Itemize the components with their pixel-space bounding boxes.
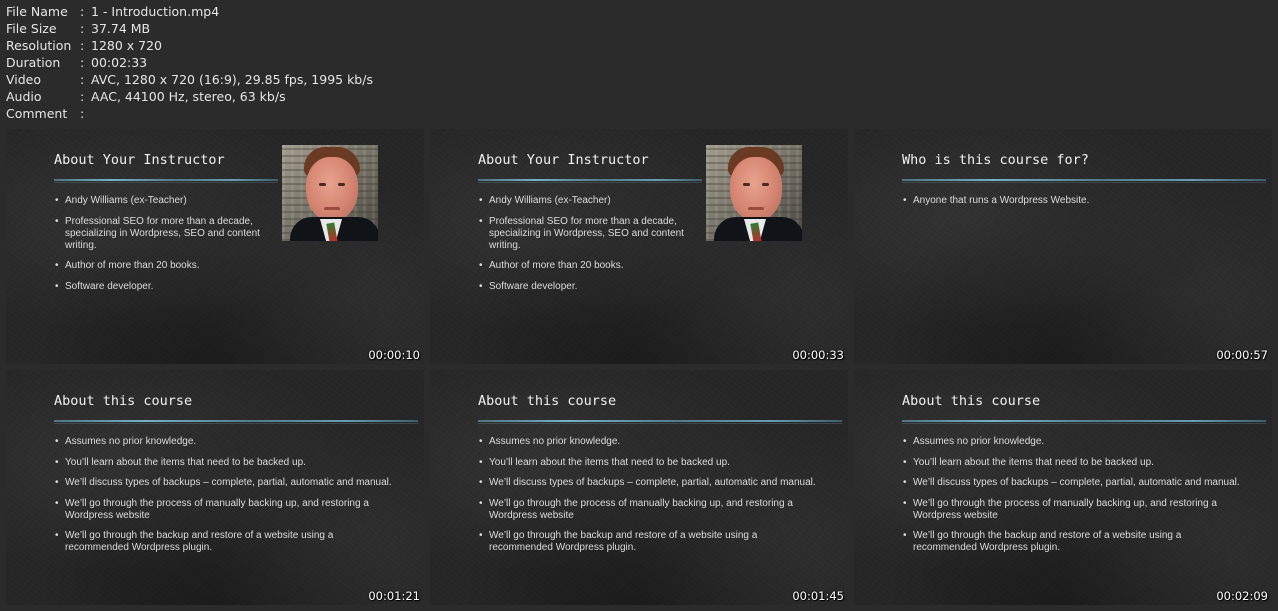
video-thumbnail[interactable]: About this course Assumes no prior knowl…: [854, 370, 1272, 605]
file-info-panel: File Name : 1 - Introduction.mp4 File Si…: [6, 3, 373, 122]
video-value: AVC, 1280 x 720 (16:9), 29.85 fps, 1995 …: [91, 72, 373, 87]
video-row: Video : AVC, 1280 x 720 (16:9), 29.85 fp…: [6, 71, 373, 88]
bullet-item: Assumes no prior knowledge.: [479, 436, 819, 448]
bullet-item: Software developer.: [479, 281, 691, 293]
video-thumbnail[interactable]: About this course Assumes no prior knowl…: [430, 370, 848, 605]
separator: :: [80, 38, 85, 53]
comment-row: Comment :: [6, 105, 373, 122]
duration-row: Duration : 00:02:33: [6, 54, 373, 71]
bullet-list: Anyone that runs a Wordpress Website.: [903, 195, 1243, 216]
timestamp: 00:00:33: [792, 348, 844, 362]
separator: :: [80, 72, 85, 87]
slide-title: Who is this course for?: [902, 152, 1089, 168]
bullet-item: We’ll go through the backup and restore …: [479, 530, 819, 554]
separator: :: [80, 106, 85, 121]
title-underline: [902, 179, 1266, 183]
resolution-value: 1280 x 720: [91, 38, 163, 53]
bullet-item: We’ll go through the process of manually…: [903, 498, 1243, 522]
bullet-item: We’ll go through the process of manually…: [55, 498, 395, 522]
separator: :: [80, 4, 85, 19]
timestamp: 00:00:57: [1216, 348, 1268, 362]
timestamp: 00:01:21: [368, 589, 420, 603]
bullet-item: Andy Williams (ex-Teacher): [55, 195, 267, 207]
instructor-photo: [706, 145, 802, 241]
title-underline: [54, 179, 278, 183]
bullet-list: Andy Williams (ex-Teacher) Professional …: [479, 195, 691, 301]
bullet-list: Assumes no prior knowledge. You’ll learn…: [55, 436, 395, 563]
title-underline: [902, 420, 1266, 424]
bullet-item: You’ll learn about the items that need t…: [479, 457, 819, 469]
bullet-list: Assumes no prior knowledge. You’ll learn…: [903, 436, 1243, 563]
bullet-item: You’ll learn about the items that need t…: [903, 457, 1243, 469]
slide-title: About Your Instructor: [478, 152, 649, 168]
title-underline: [478, 179, 702, 183]
bullet-item: Author of more than 20 books.: [55, 260, 267, 272]
bullet-item: Assumes no prior knowledge.: [55, 436, 395, 448]
video-label: Video: [6, 72, 42, 87]
comment-label: Comment: [6, 106, 68, 121]
bullet-item: Software developer.: [55, 281, 267, 293]
slide-title: About this course: [478, 393, 617, 409]
file-name-label: File Name: [6, 4, 68, 19]
bullet-list: Andy Williams (ex-Teacher) Professional …: [55, 195, 267, 301]
duration-value: 00:02:33: [91, 55, 148, 70]
bullet-item: Author of more than 20 books.: [479, 260, 691, 272]
bullet-item: We’ll discuss types of backups – complet…: [55, 477, 395, 489]
audio-label: Audio: [6, 89, 42, 104]
bullet-item: We’ll discuss types of backups – complet…: [903, 477, 1243, 489]
timestamp: 00:00:10: [368, 348, 420, 362]
bullet-item: We’ll go through the backup and restore …: [55, 530, 395, 554]
slide-title: About Your Instructor: [54, 152, 225, 168]
title-underline: [54, 420, 418, 424]
file-size-label: File Size: [6, 21, 57, 36]
file-name-value: 1 - Introduction.mp4: [91, 4, 220, 19]
audio-row: Audio : AAC, 44100 Hz, stereo, 63 kb/s: [6, 88, 373, 105]
bullet-item: We’ll discuss types of backups – complet…: [479, 477, 819, 489]
bullet-list: Assumes no prior knowledge. You’ll learn…: [479, 436, 819, 563]
timestamp: 00:01:45: [792, 589, 844, 603]
timestamp: 00:02:09: [1216, 589, 1268, 603]
slide-title: About this course: [54, 393, 193, 409]
bullet-item: Assumes no prior knowledge.: [903, 436, 1243, 448]
video-thumbnail[interactable]: Who is this course for? Anyone that runs…: [854, 129, 1272, 364]
resolution-row: Resolution : 1280 x 720: [6, 37, 373, 54]
video-thumbnail[interactable]: About Your Instructor Andy Williams (ex-…: [6, 129, 424, 364]
separator: :: [80, 21, 85, 36]
file-name-row: File Name : 1 - Introduction.mp4: [6, 3, 373, 20]
bullet-item: We’ll go through the process of manually…: [479, 498, 819, 522]
slide-title: About this course: [902, 393, 1041, 409]
bullet-item: Andy Williams (ex-Teacher): [479, 195, 691, 207]
file-size-value: 37.74 MB: [91, 21, 151, 36]
title-underline: [478, 420, 842, 424]
instructor-photo: [282, 145, 378, 241]
bullet-item: Anyone that runs a Wordpress Website.: [903, 195, 1243, 207]
video-thumbnail[interactable]: About this course Assumes no prior knowl…: [6, 370, 424, 605]
bullet-item: You’ll learn about the items that need t…: [55, 457, 395, 469]
bullet-item: Professional SEO for more than a decade,…: [479, 216, 691, 252]
video-thumbnail[interactable]: About Your Instructor Andy Williams (ex-…: [430, 129, 848, 364]
audio-value: AAC, 44100 Hz, stereo, 63 kb/s: [91, 89, 286, 104]
duration-label: Duration: [6, 55, 61, 70]
separator: :: [80, 89, 85, 104]
bullet-item: Professional SEO for more than a decade,…: [55, 216, 267, 252]
separator: :: [80, 55, 85, 70]
file-size-row: File Size : 37.74 MB: [6, 20, 373, 37]
bullet-item: We’ll go through the backup and restore …: [903, 530, 1243, 554]
resolution-label: Resolution: [6, 38, 72, 53]
